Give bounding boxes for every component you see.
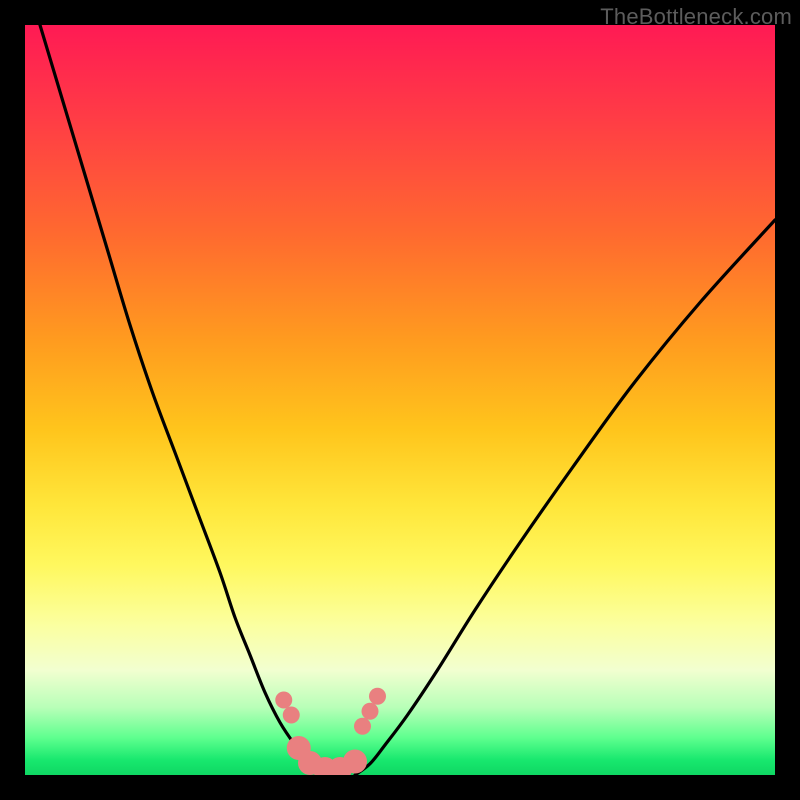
valley-markers-large <box>287 736 367 775</box>
marker-dot-small <box>283 707 300 724</box>
marker-dot-large <box>343 750 367 774</box>
marker-dot-small <box>369 688 386 705</box>
chart-frame: TheBottleneck.com <box>0 0 800 800</box>
marker-dot-small <box>354 718 371 735</box>
curve-right-branch <box>355 220 775 775</box>
plot-area <box>25 25 775 775</box>
bottleneck-curve-svg <box>25 25 775 775</box>
marker-dot-small <box>275 692 292 709</box>
curve-left-branch <box>40 25 325 775</box>
valley-markers-small <box>275 688 386 735</box>
watermark-text: TheBottleneck.com <box>600 4 792 30</box>
marker-dot-small <box>362 703 379 720</box>
